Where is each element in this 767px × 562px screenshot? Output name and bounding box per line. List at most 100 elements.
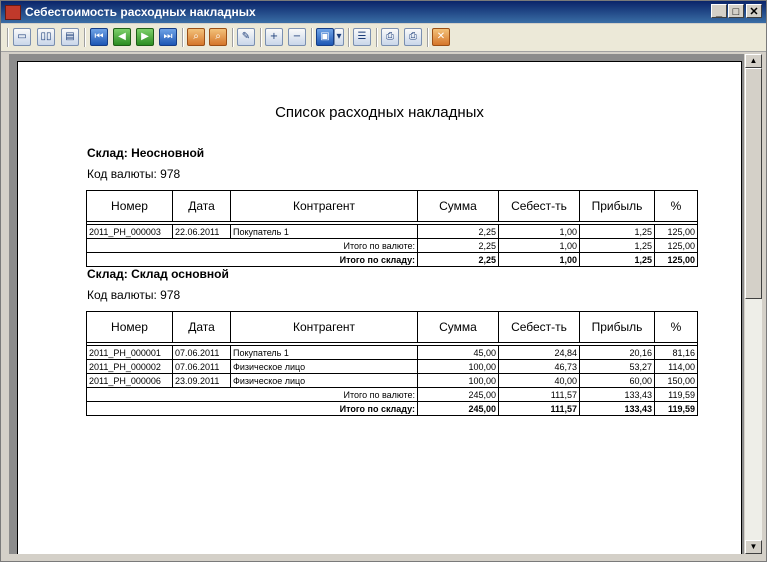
- cell-profit: 20,16: [579, 345, 655, 360]
- total-cost: 1,00: [498, 252, 580, 267]
- preview-viewport[interactable]: Список расходных накладных Склад: Неосно…: [9, 54, 744, 554]
- cell-cost: 24,84: [498, 345, 580, 360]
- app-icon: [5, 5, 21, 20]
- table-header: Номер Дата Контрагент Сумма Себест-ть Пр…: [86, 311, 698, 343]
- zoom-in-icon: +: [269, 31, 279, 42]
- currency-code: Код валюты: 978: [87, 288, 181, 302]
- vertical-scrollbar[interactable]: ▲ ▼: [745, 54, 762, 554]
- cell-percent: 150,00: [654, 373, 698, 388]
- currency-total-row: Итого по валюте: 2,25 1,00 1,25 125,00: [86, 238, 698, 253]
- table-header: Номер Дата Контрагент Сумма Себест-ть Пр…: [86, 190, 698, 222]
- col-number: Номер: [86, 190, 173, 222]
- col-counterparty: Контрагент: [230, 190, 418, 222]
- find-next-button[interactable]: ⌕: [209, 28, 227, 46]
- cell-number: 2011_РН_000001: [86, 345, 173, 360]
- warehouse-title: Склад: Склад основной: [87, 267, 229, 281]
- find-button[interactable]: ⌕: [187, 28, 205, 46]
- warehouse-total-label: Итого по складу:: [86, 252, 418, 267]
- print-setup-icon: ⎙: [409, 31, 417, 42]
- col-percent: %: [654, 190, 698, 222]
- close-icon: ✕: [436, 31, 446, 42]
- currency-total-label: Итого по валюте:: [86, 387, 418, 402]
- cell-percent: 125,00: [654, 224, 698, 239]
- toolbar-separator: [348, 28, 350, 47]
- total-sum: 2,25: [417, 238, 499, 253]
- col-date: Дата: [172, 190, 231, 222]
- cell-date: 23.09.2011: [172, 373, 231, 388]
- zoom-in-button[interactable]: +: [265, 28, 283, 46]
- outline-button[interactable]: ☰: [353, 28, 371, 46]
- single-page-button[interactable]: ▭: [13, 28, 31, 46]
- find-next-icon: ⌕: [215, 31, 221, 42]
- table-row: 2011_РН_000002 07.06.2011 Физическое лиц…: [86, 359, 698, 374]
- cell-percent: 114,00: [654, 359, 698, 374]
- total-percent: 125,00: [654, 252, 698, 267]
- single-page-icon: ▭: [17, 31, 27, 42]
- toolbar-grip: [7, 28, 9, 47]
- print-button[interactable]: ⎙: [381, 28, 399, 46]
- edit-button[interactable]: ✎: [237, 28, 255, 46]
- report-table: Номер Дата Контрагент Сумма Себест-ть Пр…: [86, 311, 698, 416]
- last-page-icon: ⏭: [163, 31, 173, 42]
- col-number: Номер: [86, 311, 173, 343]
- first-page-button[interactable]: ⏮: [90, 28, 108, 46]
- currency-total-label: Итого по валюте:: [86, 238, 418, 253]
- total-profit: 133,43: [579, 401, 655, 416]
- toolbar: ▭ ▯▯ ▤ ⏮ ◀ ▶ ⏭ ⌕ ⌕ ✎ + − ▣ ▾ ☰ ⎙ ⎙ ✕: [1, 24, 766, 52]
- cell-cost: 46,73: [498, 359, 580, 374]
- multi-page-icon: ▤: [65, 31, 75, 42]
- cell-sum: 100,00: [417, 373, 499, 388]
- currency-code: Код валюты: 978: [87, 167, 181, 181]
- total-profit: 1,25: [579, 238, 655, 253]
- save-dropdown-button[interactable]: ▾: [334, 28, 344, 46]
- warehouse-total-row: Итого по складу: 2,25 1,00 1,25 125,00: [86, 252, 698, 267]
- next-page-icon: ▶: [141, 31, 149, 42]
- col-date: Дата: [172, 311, 231, 343]
- two-pages-icon: ▯▯: [40, 31, 52, 42]
- cell-date: 07.06.2011: [172, 359, 231, 374]
- save-icon: ▣: [320, 31, 330, 42]
- total-percent: 125,00: [654, 238, 698, 253]
- save-dropdown-icon: ▾: [336, 31, 342, 42]
- cell-date: 22.06.2011: [172, 224, 231, 239]
- total-sum: 245,00: [417, 387, 499, 402]
- report-title: Список расходных накладных: [275, 104, 484, 121]
- scroll-down-button[interactable]: ▼: [745, 540, 762, 554]
- window-title: Себестоимость расходных накладных: [25, 5, 256, 19]
- next-page-button[interactable]: ▶: [136, 28, 154, 46]
- close-preview-button[interactable]: ✕: [432, 28, 450, 46]
- cell-cost: 40,00: [498, 373, 580, 388]
- total-sum: 245,00: [417, 401, 499, 416]
- multi-page-button[interactable]: ▤: [61, 28, 79, 46]
- toolbar-separator: [311, 28, 313, 47]
- minimize-button[interactable]: _: [711, 4, 727, 18]
- report-table: Номер Дата Контрагент Сумма Себест-ть Пр…: [86, 190, 698, 267]
- zoom-out-button[interactable]: −: [288, 28, 306, 46]
- col-cost: Себест-ть: [498, 190, 580, 222]
- save-button[interactable]: ▣: [316, 28, 334, 46]
- cell-sum: 100,00: [417, 359, 499, 374]
- scroll-up-button[interactable]: ▲: [745, 54, 762, 68]
- total-cost: 1,00: [498, 238, 580, 253]
- prev-page-button[interactable]: ◀: [113, 28, 131, 46]
- cell-sum: 45,00: [417, 345, 499, 360]
- toolbar-separator: [84, 28, 86, 47]
- col-cost: Себест-ть: [498, 311, 580, 343]
- scroll-thumb[interactable]: [745, 68, 762, 299]
- cell-cost: 1,00: [498, 224, 580, 239]
- cell-profit: 1,25: [579, 224, 655, 239]
- warehouse-total-label: Итого по складу:: [86, 401, 418, 416]
- close-window-button[interactable]: ✕: [746, 4, 762, 18]
- toolbar-separator: [376, 28, 378, 47]
- warehouse-title: Склад: Неосновной: [87, 146, 205, 160]
- print-icon: ⎙: [386, 31, 394, 42]
- cell-profit: 60,00: [579, 373, 655, 388]
- cell-counterparty: Покупатель 1: [230, 345, 418, 360]
- maximize-button[interactable]: □: [728, 4, 744, 18]
- two-pages-button[interactable]: ▯▯: [37, 28, 55, 46]
- title-bar[interactable]: Себестоимость расходных накладных _ □ ✕: [1, 1, 766, 23]
- toolbar-separator: [232, 28, 234, 47]
- cell-number: 2011_РН_000006: [86, 373, 173, 388]
- last-page-button[interactable]: ⏭: [159, 28, 177, 46]
- print-setup-button[interactable]: ⎙: [404, 28, 422, 46]
